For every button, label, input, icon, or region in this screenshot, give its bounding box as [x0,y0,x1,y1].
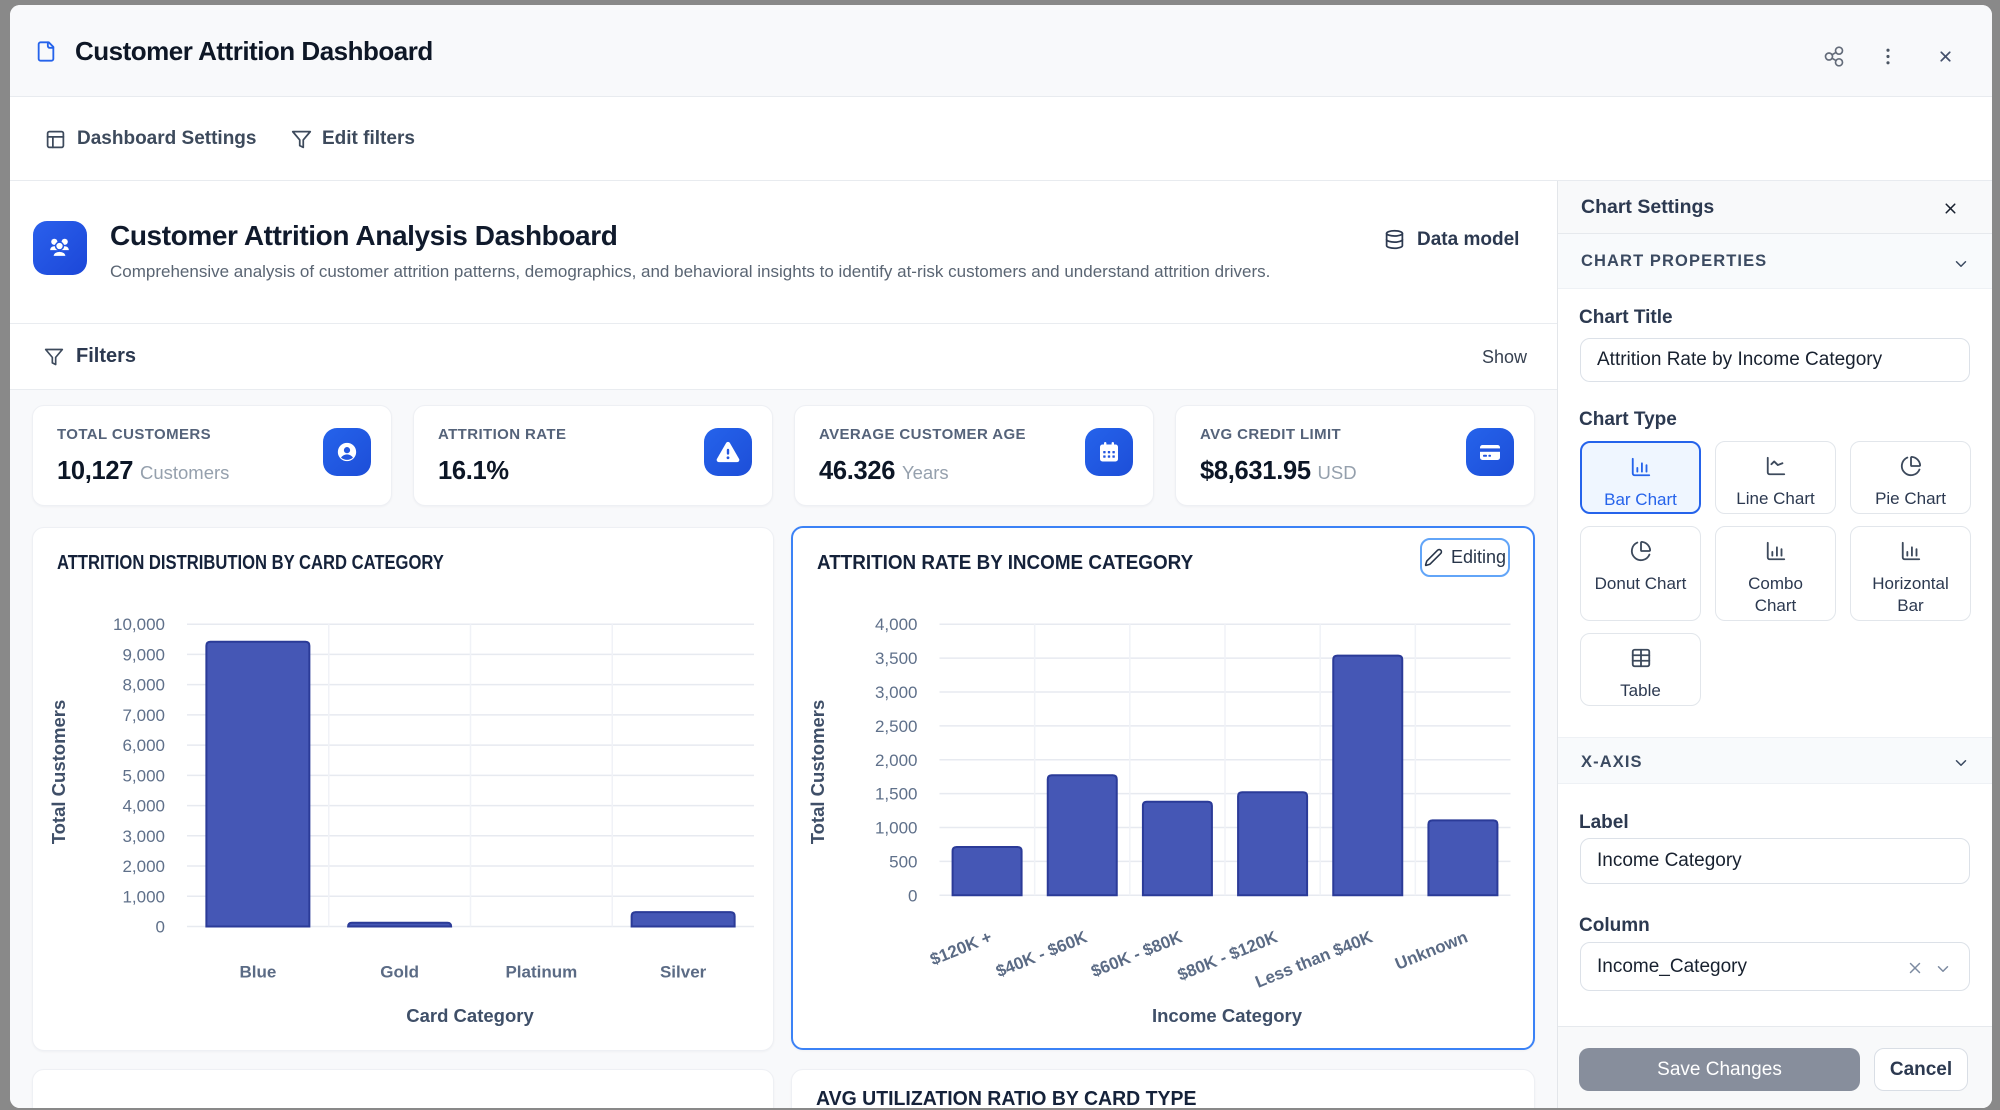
svg-text:Card Category: Card Category [406,1005,534,1026]
svg-text:0: 0 [908,886,917,905]
svg-text:Gold: Gold [380,963,419,982]
svg-text:Platinum: Platinum [505,963,577,982]
svg-text:Total Customers: Total Customers [807,700,828,845]
svg-text:2,000: 2,000 [122,857,165,876]
svg-text:1,000: 1,000 [875,819,918,838]
svg-text:Income Category: Income Category [1152,1005,1303,1026]
svg-text:4,000: 4,000 [122,797,165,816]
svg-text:Silver: Silver [660,963,707,982]
svg-text:3,500: 3,500 [875,649,918,668]
svg-text:500: 500 [889,852,917,871]
svg-text:0: 0 [156,918,165,937]
svg-text:8,000: 8,000 [122,676,165,695]
svg-text:$60K - $80K: $60K - $80K [1088,927,1185,981]
svg-text:2,500: 2,500 [875,717,918,736]
svg-text:2,000: 2,000 [875,751,918,770]
svg-text:9,000: 9,000 [122,645,165,664]
svg-text:1,500: 1,500 [875,785,918,804]
svg-text:1,000: 1,000 [122,887,165,906]
svg-text:3,000: 3,000 [875,683,918,702]
svg-text:10,000: 10,000 [113,615,165,634]
svg-text:5,000: 5,000 [122,766,165,785]
svg-text:$40K - $60K: $40K - $60K [993,927,1090,981]
svg-text:6,000: 6,000 [122,736,165,755]
svg-text:Blue: Blue [239,963,276,982]
svg-text:Total Customers: Total Customers [48,700,69,845]
svg-text:3,000: 3,000 [122,827,165,846]
svg-text:$120K +: $120K + [927,927,994,969]
svg-text:4,000: 4,000 [875,615,918,634]
svg-text:Unknown: Unknown [1392,927,1470,973]
svg-text:7,000: 7,000 [122,706,165,725]
